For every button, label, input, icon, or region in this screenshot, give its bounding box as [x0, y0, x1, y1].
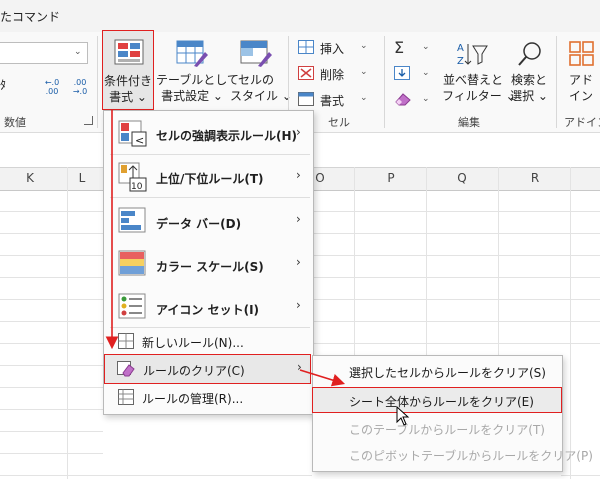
annotation-arrows: [105, 110, 346, 387]
annotation-arrow-right: [299, 369, 346, 387]
mouse-cursor-icon: [396, 406, 410, 426]
